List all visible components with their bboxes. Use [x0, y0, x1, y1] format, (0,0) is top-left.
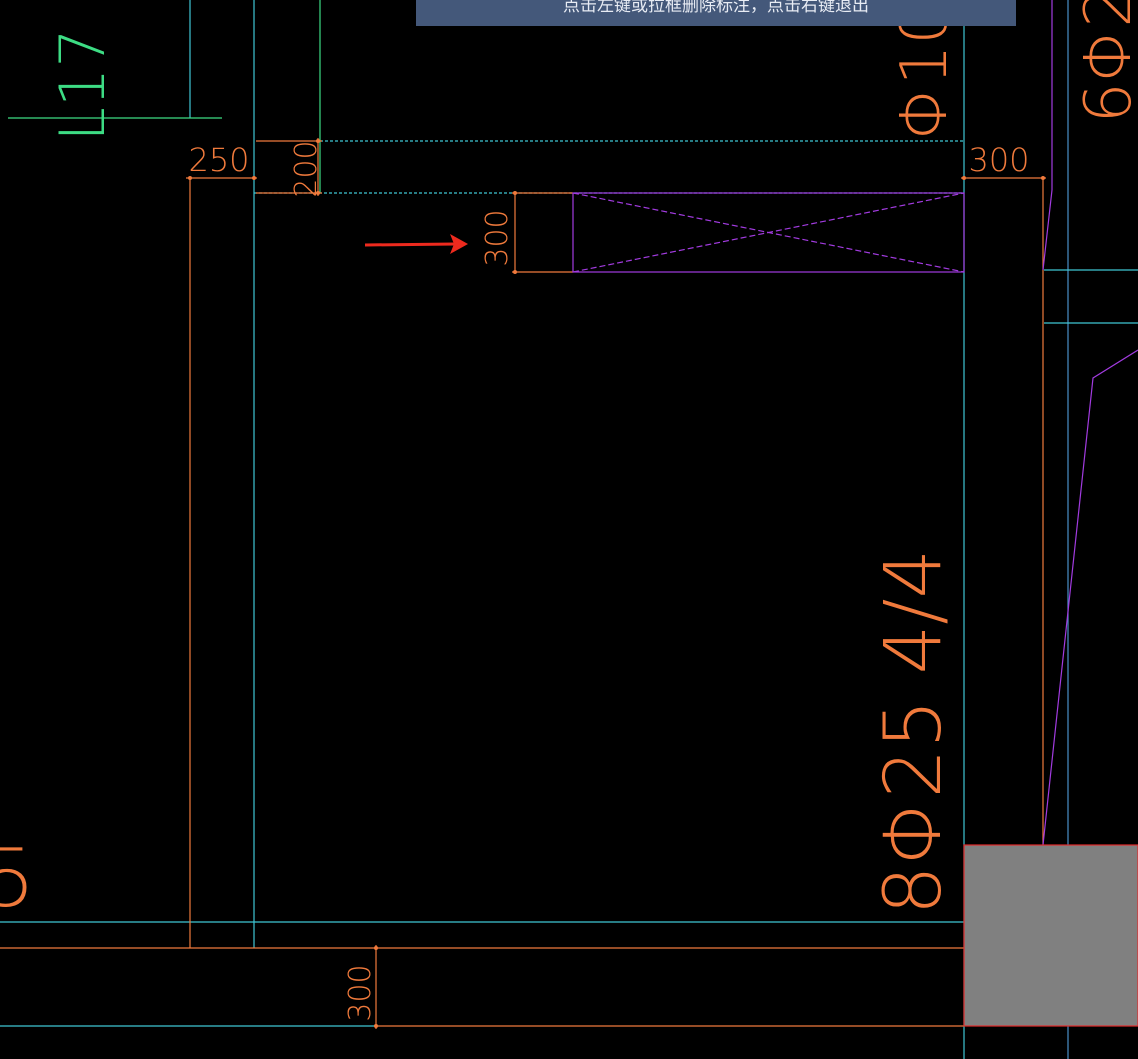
- cad-drawing-canvas[interactable]: L17 250 200 300 300 300 Φ10 6Φ2 8Φ25 4/4…: [0, 0, 1138, 1059]
- rebar-leader: [1042, 349, 1138, 846]
- rebar-right-fragment-label[interactable]: 6Φ2: [1072, 0, 1138, 123]
- status-hint-bar: 点击左键或拉框删除标注，点击右键退出: [416, 0, 1016, 26]
- rebar-main-label[interactable]: 8Φ25 4/4: [869, 549, 959, 915]
- left-edge-fragment: 5: [0, 832, 35, 925]
- dim-250-label[interactable]: 250: [188, 141, 249, 179]
- rebar-leader: [1042, 0, 1053, 271]
- cad-drawing[interactable]: L17 250 200 300 300 300 Φ10 6Φ2 8Φ25 4/4…: [0, 0, 1138, 1059]
- dim-200-label[interactable]: 200: [289, 140, 324, 197]
- dim-300-top-label[interactable]: 300: [968, 141, 1029, 179]
- column-block[interactable]: [963, 844, 1138, 1027]
- label-top-left-fragment: L17: [46, 28, 119, 141]
- dim-300-bottom-label[interactable]: 300: [343, 964, 378, 1021]
- dim-300-opening-label[interactable]: 300: [480, 209, 515, 266]
- status-hint-text: 点击左键或拉框删除标注，点击右键退出: [563, 0, 869, 16]
- annotation-arrow: [364, 242, 456, 247]
